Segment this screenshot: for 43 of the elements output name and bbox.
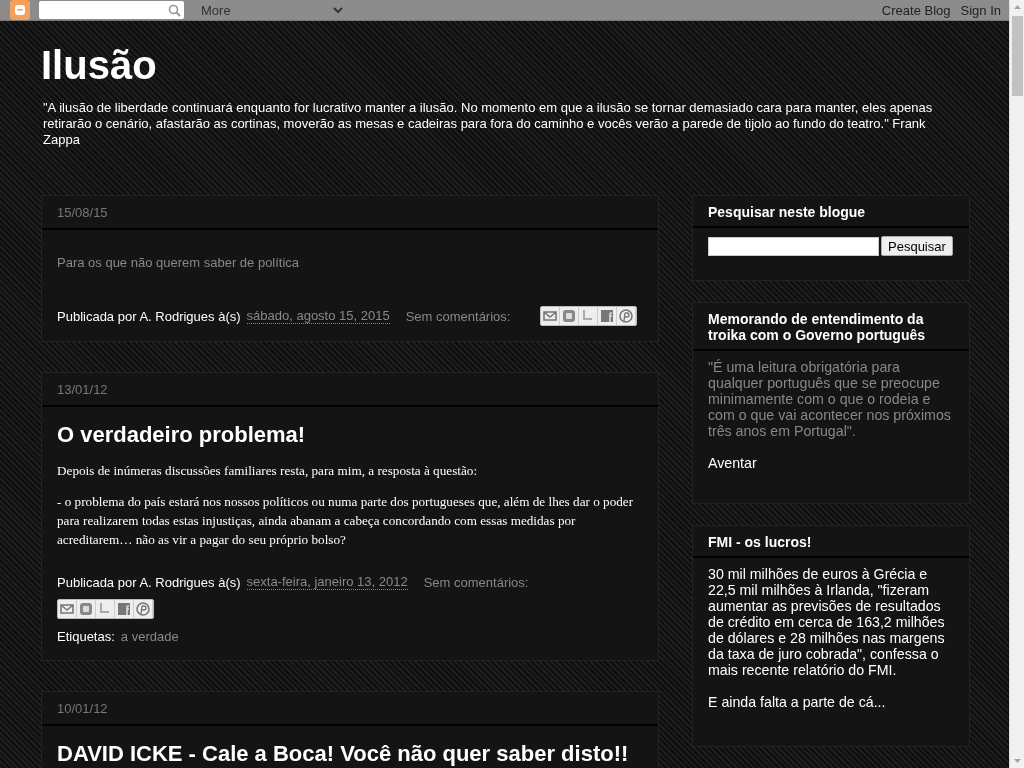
scroll-bar[interactable] [1009,0,1024,768]
blog-share-icon[interactable] [77,600,96,618]
post-title[interactable]: DAVID ICKE - Cale a Boca! Você não quer saber disto!! [57,740,643,768]
post-text: Para os que não querem saber de política [57,254,301,272]
blogger-logo-icon[interactable] [10,0,30,20]
post-timestamp-link[interactable]: sábado, agosto 15, 2015 [246,308,390,324]
comments-link[interactable]: Sem comentários: [405,308,511,324]
widget-link[interactable]: Aventar [708,455,757,471]
navbar-link[interactable]: Create Blog [881,2,951,18]
comments-link[interactable]: Sem comentários: [423,574,529,590]
navbar-link[interactable]: Sign In [960,2,1001,18]
widget-title: FMI - os lucros! [693,526,969,558]
post-title[interactable]: O verdadeiro problema! [57,421,643,449]
blog-description: "A ilusão de liberdade continuará enquanto for lucrativo manter a ilusão. No momento em que a ilusão se tornar demasiado cara para manter, eles apenas retirarão o cenário, afastarão as cortinas, moverão as mesas e cadeiras para fora do caminho e vocês verão a parede de tijolo ao fundo do teatro." Frank Zappa [43,100,934,148]
search-input[interactable] [708,236,879,256]
label-link[interactable]: a verdade [120,628,179,644]
blog-title[interactable]: Ilusão [41,41,946,89]
post-meta-text: Etiquetas: [57,628,115,644]
post-meta-text: Publicada por A. Rodrigues à(s) [57,574,241,590]
widget-title: Memorando de entendimento da troika com o Governo português [693,303,969,351]
search-button[interactable]: Pesquisar [881,236,953,256]
scroll-thumb[interactable] [1011,16,1023,96]
widget-text: "É uma leitura obrigatória para qualquer português que se preocupe minimamente com o que o rodeia e com o que vai acontecer nos próximos três anos em Portugal". [708,359,952,439]
email-share-icon[interactable] [58,600,77,618]
scroll-down-icon[interactable] [1012,758,1022,764]
search-icon[interactable] [168,3,181,17]
chevron-down-icon [333,6,343,14]
scroll-up-icon[interactable] [1012,4,1022,10]
search-field[interactable] [39,1,184,19]
widget-text: E ainda falta a parte de cá... [708,694,887,710]
facebook-share-icon[interactable] [598,307,618,325]
more-dropdown[interactable]: More [201,2,343,18]
widget-title: Pesquisar neste blogue [693,196,969,228]
post-paragraph: Depois de inúmeras discussões familiares resta, para mim, a resposta à questão: [57,462,479,480]
post-meta-text: Publicada por A. Rodrigues à(s) [57,308,241,324]
blog-share-icon[interactable] [560,307,580,325]
widget-text: 30 mil milhões de euros à Grécia e 22,5 mil milhões à Irlanda, "fizeram aumentar as previsões de resultados de crédito em cerca de 163,2 milhões de dólares e 28 milhões nas margens da taxa de juro cobrada", confessa o mais recente relatório do FMI. [708,566,946,678]
post-timestamp-link[interactable]: sexta-feira, janeiro 13, 2012 [246,574,408,590]
pinterest-share-icon[interactable] [134,600,153,618]
facebook-share-icon[interactable] [115,600,134,618]
email-share-icon[interactable] [541,307,561,325]
post-paragraph: - o problema do país estará nos nossos políticos ou numa parte dos portugueses que, além de lhes dar o poder para realizarem todas estas injustiças, ainda abanam a cabeça concordando com essas medidas por acreditarem… não as vir a pagar do seu próprio bolso? [57,493,635,549]
pinterest-share-icon[interactable] [617,307,637,325]
